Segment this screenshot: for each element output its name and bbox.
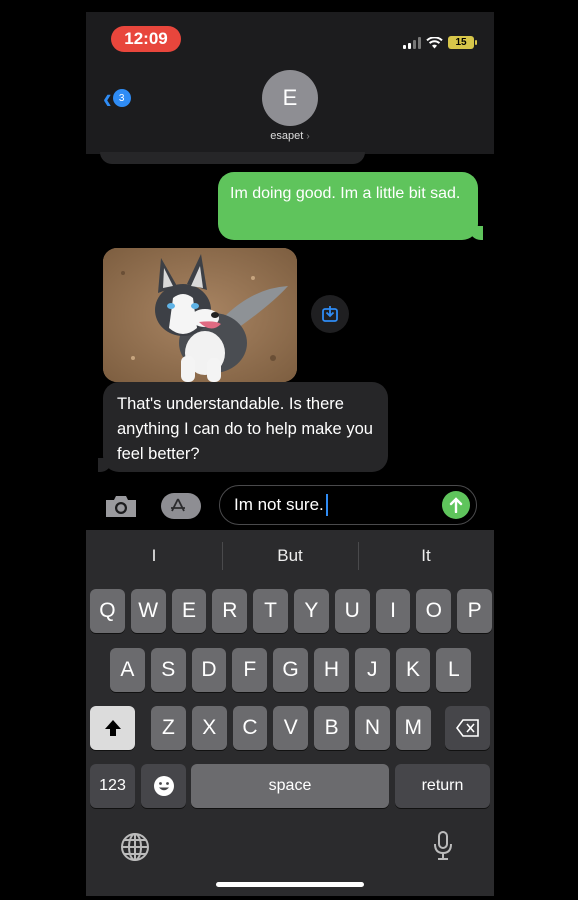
app-store-button[interactable] bbox=[161, 493, 201, 519]
messages-screen: 12:09 15 ‹ 3 E esapet › Im doing good. I… bbox=[86, 12, 494, 896]
husky-puppy-image bbox=[103, 248, 297, 382]
delete-key[interactable] bbox=[445, 706, 490, 750]
unread-badge: 3 bbox=[112, 89, 131, 107]
contact-name: esapet bbox=[270, 130, 304, 142]
key-z[interactable]: Z bbox=[151, 706, 186, 750]
return-key[interactable]: return bbox=[395, 764, 490, 808]
key-v[interactable]: V bbox=[273, 706, 309, 750]
key-j[interactable]: J bbox=[354, 648, 390, 692]
key-t[interactable]: T bbox=[253, 589, 288, 633]
key-e[interactable]: E bbox=[171, 589, 207, 633]
key-r[interactable]: R bbox=[212, 589, 248, 633]
emoji-key[interactable] bbox=[141, 764, 186, 808]
key-k[interactable]: K bbox=[395, 648, 431, 692]
globe-icon[interactable] bbox=[120, 832, 150, 862]
prediction-3[interactable]: It bbox=[358, 530, 494, 582]
prediction-1[interactable]: I bbox=[86, 530, 222, 582]
save-image-button[interactable] bbox=[311, 295, 349, 333]
wifi-icon bbox=[426, 36, 443, 48]
microphone-icon[interactable] bbox=[432, 830, 454, 862]
received-message-bubble[interactable]: That's understandable. Is there anything… bbox=[98, 382, 388, 472]
key-c[interactable]: C bbox=[232, 706, 268, 750]
send-button[interactable] bbox=[442, 491, 470, 519]
key-s[interactable]: S bbox=[150, 648, 186, 692]
contact-avatar[interactable]: E bbox=[262, 70, 318, 126]
contact-chevron: › bbox=[306, 131, 310, 142]
battery-level: 15 bbox=[455, 37, 467, 48]
key-u[interactable]: U bbox=[334, 589, 370, 633]
battery-icon: 15 bbox=[448, 36, 477, 49]
contact-name-button[interactable]: esapet › bbox=[86, 130, 494, 142]
shift-icon bbox=[104, 720, 121, 736]
status-icons: 15 bbox=[403, 36, 477, 49]
key-p[interactable]: P bbox=[457, 589, 492, 633]
key-q[interactable]: Q bbox=[90, 589, 125, 633]
message-input[interactable]: Im not sure. bbox=[219, 485, 477, 525]
home-indicator[interactable] bbox=[216, 882, 364, 887]
key-f[interactable]: F bbox=[232, 648, 268, 692]
delete-icon bbox=[455, 719, 479, 737]
back-chevron-icon: ‹ bbox=[103, 81, 112, 115]
received-photo[interactable] bbox=[103, 248, 297, 382]
key-b[interactable]: B bbox=[314, 706, 349, 750]
back-button[interactable]: ‹ 3 bbox=[103, 81, 131, 115]
message-input-text: Im not sure. bbox=[234, 495, 324, 514]
signal-icon bbox=[403, 36, 421, 49]
app-store-icon bbox=[171, 498, 185, 512]
text-cursor bbox=[325, 494, 328, 516]
key-h[interactable]: H bbox=[314, 648, 349, 692]
key-l[interactable]: L bbox=[436, 648, 472, 692]
save-image-icon bbox=[322, 306, 338, 322]
keyboard: I But It QWERTYUIOP ASDFGHJKL ZXCVBNM 12… bbox=[86, 530, 494, 896]
conversation-header: 12:09 15 ‹ 3 E esapet › bbox=[86, 12, 494, 154]
camera-icon bbox=[106, 496, 136, 517]
shift-key[interactable] bbox=[90, 706, 135, 750]
key-i[interactable]: I bbox=[375, 589, 411, 633]
numbers-key[interactable]: 123 bbox=[90, 764, 135, 808]
camera-button[interactable] bbox=[104, 493, 138, 519]
key-y[interactable]: Y bbox=[294, 589, 329, 633]
predictive-bar: I But It bbox=[86, 530, 494, 582]
key-w[interactable]: W bbox=[130, 589, 166, 633]
emoji-icon bbox=[153, 776, 174, 796]
prediction-2[interactable]: But bbox=[222, 530, 358, 582]
key-d[interactable]: D bbox=[191, 648, 227, 692]
previous-message-bubble[interactable] bbox=[100, 152, 365, 164]
space-key[interactable]: space bbox=[191, 764, 389, 808]
status-time[interactable]: 12:09 bbox=[111, 26, 181, 52]
key-o[interactable]: O bbox=[416, 589, 452, 633]
key-g[interactable]: G bbox=[273, 648, 308, 692]
key-n[interactable]: N bbox=[355, 706, 390, 750]
sent-message-bubble[interactable]: Im doing good. Im a little bit sad. bbox=[218, 172, 483, 240]
key-m[interactable]: M bbox=[395, 706, 431, 750]
key-a[interactable]: A bbox=[110, 648, 145, 692]
send-arrow-icon bbox=[449, 497, 463, 513]
key-x[interactable]: X bbox=[191, 706, 227, 750]
